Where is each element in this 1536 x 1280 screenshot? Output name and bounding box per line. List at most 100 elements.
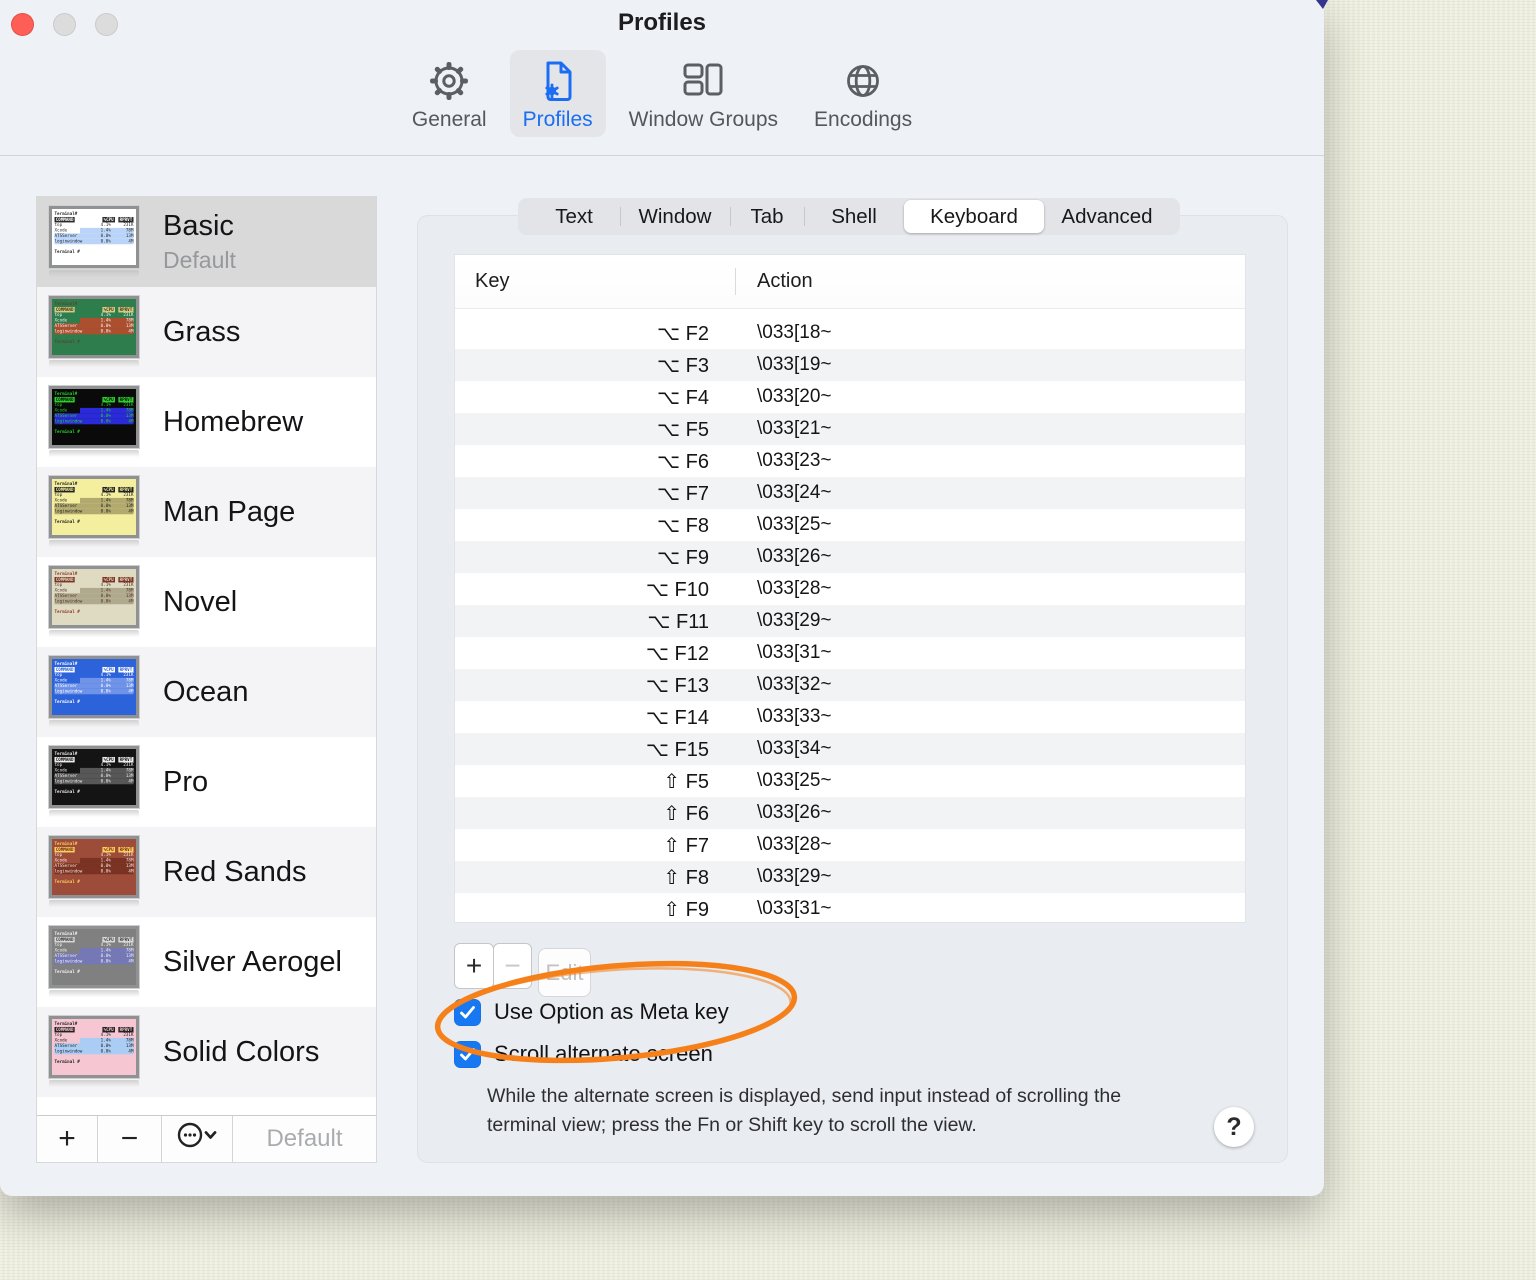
key-cell: ⇧ F9 (663, 898, 709, 921)
key-cell: ⌥ F11 (647, 610, 709, 633)
key-cell: ⌥ F10 (645, 578, 709, 601)
thumbnail-reflection (49, 990, 139, 998)
tab-advanced[interactable]: Advanced (1044, 200, 1170, 233)
add-key-button[interactable]: + (454, 943, 494, 989)
sidebar-item-ocean[interactable]: Terminal# COMMAND %CPU RPRVT top 4.1% 231K X… (37, 647, 376, 737)
profile-name: Novel (163, 585, 238, 618)
thumbnail-reflection (49, 810, 139, 818)
tab-text[interactable]: Text (528, 200, 620, 233)
table-row[interactable]: ⌥ F15 \033[34~ (455, 733, 1245, 765)
table-header: Key Action (455, 255, 1245, 309)
profile-name: Pro (163, 765, 209, 798)
action-cell: \033[28~ (757, 578, 832, 599)
profile-thumbnail: Terminal# COMMAND %CPU RPRVT top 4.1% 231K X… (49, 926, 139, 998)
key-cell: ⌥ F6 (657, 450, 709, 473)
help-button[interactable]: ? (1214, 1107, 1254, 1147)
action-cell: \033[25~ (757, 770, 832, 791)
thumbnail-reflection (49, 630, 139, 638)
table-row[interactable]: ⌥ F6 \033[23~ (455, 445, 1245, 477)
profile-thumbnail: Terminal# COMMAND %CPU RPRVT top 4.1% 231K X… (49, 836, 139, 908)
action-cell: \033[32~ (757, 674, 832, 695)
toolbar-item-encodings[interactable]: Encodings (801, 50, 925, 137)
toolbar: General Profiles Window Groups Encodings (0, 50, 1324, 137)
action-cell: \033[29~ (757, 610, 832, 631)
ellipsis-circle-icon (175, 1120, 219, 1158)
key-cell: ⌥ F8 (657, 514, 709, 537)
profile-name: Solid Colors (163, 1035, 320, 1068)
toolbar-label: General (411, 108, 487, 131)
table-row[interactable]: ⌥ F8 \033[25~ (455, 509, 1245, 541)
remove-key-button[interactable]: − (493, 943, 532, 989)
table-row[interactable]: ⌥ F3 \033[19~ (455, 349, 1245, 381)
sidebar-item-solid-colors[interactable]: Terminal# COMMAND %CPU RPRVT top 4.1% 231K X… (37, 1007, 376, 1097)
sidebar-item-pro[interactable]: Terminal# COMMAND %CPU RPRVT top 4.1% 231K X… (37, 737, 376, 827)
profile-thumbnail: Terminal# COMMAND %CPU RPRVT top 4.1% 231K X… (49, 296, 139, 368)
table-row[interactable]: ⌥ F7 \033[24~ (455, 477, 1245, 509)
toolbar-item-general[interactable]: General (399, 50, 500, 137)
key-cell: ⇧ F8 (663, 866, 709, 889)
scroll-alternate-screen-checkbox[interactable] (454, 1040, 481, 1068)
set-default-button[interactable]: Default (233, 1116, 376, 1162)
table-row[interactable]: ⇧ F7 \033[28~ (455, 829, 1245, 861)
profile-actions-menu-button[interactable] (162, 1116, 233, 1162)
sidebar-item-red-sands[interactable]: Terminal# COMMAND %CPU RPRVT top 4.1% 231K X… (37, 827, 376, 917)
thumbnail-reflection (49, 1080, 139, 1088)
thumbnail-reflection (49, 270, 139, 278)
table-row[interactable]: ⇧ F5 \033[25~ (455, 765, 1245, 797)
add-profile-button[interactable]: + (37, 1116, 98, 1162)
key-cell: ⌥ F2 (657, 322, 709, 345)
table-row[interactable]: ⌥ F11 \033[29~ (455, 605, 1245, 637)
table-row[interactable]: ⌥ F9 \033[26~ (455, 541, 1245, 573)
sidebar-item-basic[interactable]: Terminal# COMMAND %CPU RPRVT top 4.1% 231K X… (37, 197, 376, 287)
table-row[interactable]: ⌥ F4 \033[20~ (455, 381, 1245, 413)
sidebar-item-grass[interactable]: Terminal# COMMAND %CPU RPRVT top 4.1% 231K X… (37, 287, 376, 377)
action-cell: \033[19~ (757, 354, 832, 375)
toolbar-item-window-groups[interactable]: Window Groups (616, 50, 791, 137)
thumbnail-reflection (49, 450, 139, 458)
profile-thumbnail: Terminal# COMMAND %CPU RPRVT top 4.1% 231K X… (49, 386, 139, 458)
table-row[interactable]: ⌥ F5 \033[21~ (455, 413, 1245, 445)
table-row[interactable]: ⌥ F2 \033[18~ (455, 317, 1245, 349)
action-cell: \033[31~ (757, 642, 832, 663)
action-cell: \033[21~ (757, 418, 832, 439)
table-row[interactable]: ⌥ F12 \033[31~ (455, 637, 1245, 669)
thumbnail-reflection (49, 540, 139, 548)
table-row[interactable]: ⇧ F8 \033[29~ (455, 861, 1245, 893)
sidebar-item-man-page[interactable]: Terminal# COMMAND %CPU RPRVT top 4.1% 231K X… (37, 467, 376, 557)
thumbnail-reflection (49, 900, 139, 908)
table-row[interactable]: ⌥ F14 \033[33~ (455, 701, 1245, 733)
toolbar-item-profiles[interactable]: Profiles (509, 50, 606, 137)
sidebar-item-silver-aerogel[interactable]: Terminal# COMMAND %CPU RPRVT top 4.1% 231K X… (37, 917, 376, 1007)
table-row[interactable]: ⇧ F6 \033[26~ (455, 797, 1245, 829)
sidebar-item-novel[interactable]: Terminal# COMMAND %CPU RPRVT top 4.1% 231K X… (37, 557, 376, 647)
remove-profile-button[interactable]: − (98, 1116, 162, 1162)
window-groups-icon (678, 57, 728, 105)
tab-tab[interactable]: Tab (730, 200, 804, 233)
tab-shell[interactable]: Shell (804, 200, 904, 233)
profile-name: Basic (163, 210, 234, 242)
column-header-key: Key (475, 270, 510, 292)
profile-settings-pane: Text Window Tab Shell Keyboard Advanced … (417, 198, 1288, 1163)
profile-name: Silver Aerogel (163, 945, 342, 978)
key-cell: ⇧ F7 (663, 834, 709, 857)
action-cell: \033[31~ (757, 898, 832, 919)
table-row[interactable]: ⌥ F13 \033[32~ (455, 669, 1245, 701)
thumbnail-reflection (49, 360, 139, 368)
action-cell: \033[24~ (757, 482, 832, 503)
profile-thumbnail: Terminal# COMMAND %CPU RPRVT top 4.1% 231K X… (49, 746, 139, 818)
tab-window[interactable]: Window (620, 200, 730, 233)
titlebar: Profiles General Profiles Window Groups … (0, 0, 1324, 156)
profile-thumbnail: Terminal# COMMAND %CPU RPRVT top 4.1% 231K X… (49, 656, 139, 728)
column-header-action: Action (757, 270, 813, 292)
key-cell: ⌥ F5 (657, 418, 709, 441)
use-option-as-meta-checkbox[interactable] (454, 998, 481, 1026)
key-cell: ⌥ F15 (645, 738, 709, 761)
sidebar-item-homebrew[interactable]: Terminal# COMMAND %CPU RPRVT top 4.1% 231K X… (37, 377, 376, 467)
terminal-preferences-window: Profiles General Profiles Window Groups … (0, 0, 1324, 1196)
profile-default-badge: Default (163, 247, 236, 273)
tab-keyboard[interactable]: Keyboard (904, 200, 1044, 233)
table-row[interactable]: ⇧ F9 \033[31~ (455, 893, 1245, 925)
profile-thumbnail: Terminal# COMMAND %CPU RPRVT top 4.1% 231K X… (49, 476, 139, 548)
table-row[interactable]: ⌥ F10 \033[28~ (455, 573, 1245, 605)
edit-key-button[interactable]: Edit (538, 948, 591, 997)
